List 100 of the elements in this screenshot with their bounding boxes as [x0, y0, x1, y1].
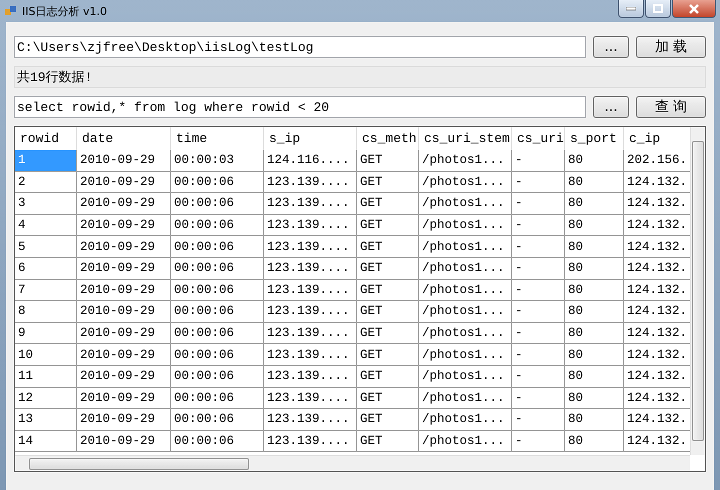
vertical-scrollbar[interactable] — [690, 127, 705, 455]
table-cell: 80 — [565, 214, 624, 236]
table-cell: 2010-09-29 — [77, 214, 171, 236]
table-cell: 2010-09-29 — [77, 193, 171, 215]
table-cell: 123.139.... — [264, 214, 357, 236]
table-cell: 00:00:06 — [171, 172, 264, 194]
table-cell: - — [512, 193, 565, 215]
close-icon — [688, 4, 700, 14]
table-cell: /photos1... — [419, 344, 512, 366]
query-button[interactable]: 查 询 — [636, 96, 706, 118]
table-cell: 11 — [15, 366, 77, 388]
table-cell: - — [512, 344, 565, 366]
status-label: 共19行数据! — [14, 66, 706, 88]
table-cell: 2010-09-29 — [77, 409, 171, 431]
maximize-icon — [653, 4, 663, 13]
table-cell: - — [512, 409, 565, 431]
table-cell: GET — [357, 322, 419, 344]
table-cell: 123.139.... — [264, 301, 357, 323]
load-button[interactable]: 加 载 — [636, 36, 706, 58]
table-cell: /photos1... — [419, 280, 512, 302]
table-cell: 00:00:06 — [171, 236, 264, 258]
close-button[interactable] — [672, 0, 716, 18]
table-cell: 00:00:06 — [171, 280, 264, 302]
table-cell: 123.139.... — [264, 366, 357, 388]
table-cell: 124.116.... — [264, 150, 357, 172]
table-cell: 2 — [15, 172, 77, 194]
table-cell: 2010-09-29 — [77, 258, 171, 280]
table-cell: GET — [357, 236, 419, 258]
table-cell: 8 — [15, 301, 77, 323]
table-cell: 123.139.... — [264, 280, 357, 302]
table-cell: /photos1... — [419, 388, 512, 410]
table-cell: 2010-09-29 — [77, 344, 171, 366]
table-cell: 00:00:06 — [171, 258, 264, 280]
table-cell: 80 — [565, 409, 624, 431]
table-cell: GET — [357, 280, 419, 302]
table-cell: - — [512, 388, 565, 410]
table-cell: /photos1... — [419, 409, 512, 431]
table-cell: 123.139.... — [264, 388, 357, 410]
table-cell: GET — [357, 193, 419, 215]
minimize-button[interactable] — [618, 0, 644, 18]
table-cell: 124.132.. — [624, 172, 690, 194]
table-cell: 00:00:06 — [171, 409, 264, 431]
table-cell: - — [512, 366, 565, 388]
table-cell: 123.139.... — [264, 344, 357, 366]
minimize-icon — [626, 6, 636, 10]
table-cell: /photos1... — [419, 430, 512, 452]
table-cell: 2010-09-29 — [77, 388, 171, 410]
table-cell: 00:00:03 — [171, 150, 264, 172]
table-cell: /photos1... — [419, 236, 512, 258]
horizontal-scrollbar[interactable] — [15, 455, 690, 471]
table-cell: /photos1... — [419, 301, 512, 323]
table-cell: 80 — [565, 344, 624, 366]
table-cell: GET — [357, 430, 419, 452]
browse-button[interactable]: ... — [593, 96, 629, 118]
table-cell: 00:00:06 — [171, 193, 264, 215]
table-cell: 80 — [565, 172, 624, 194]
table-cell: 80 — [565, 301, 624, 323]
query-field[interactable]: select rowid,* from log where rowid < 20 — [14, 96, 586, 118]
table-cell: 2010-09-29 — [77, 150, 171, 172]
table-cell: GET — [357, 366, 419, 388]
table-cell: 80 — [565, 193, 624, 215]
table-cell: 123.139.... — [264, 172, 357, 194]
table-cell: GET — [357, 258, 419, 280]
maximize-button[interactable] — [645, 0, 671, 18]
table-cell: 10 — [15, 344, 77, 366]
table-cell: 2010-09-29 — [77, 366, 171, 388]
table-cell: /photos1... — [419, 214, 512, 236]
table-cell: 80 — [565, 430, 624, 452]
table-cell: 80 — [565, 258, 624, 280]
table-cell: - — [512, 172, 565, 194]
table-cell: - — [512, 430, 565, 452]
table-cell: 80 — [565, 150, 624, 172]
table-cell: 2010-09-29 — [77, 322, 171, 344]
table-cell: 7 — [15, 280, 77, 302]
table-cell: 13 — [15, 409, 77, 431]
path-field[interactable]: C:\Users\zjfree\Desktop\iisLog\testLog — [14, 36, 586, 58]
table-cell: 00:00:06 — [171, 366, 264, 388]
table-cell: 12 — [15, 388, 77, 410]
table-cell: - — [512, 214, 565, 236]
table-cell: 9 — [15, 322, 77, 344]
table-cell: 80 — [565, 322, 624, 344]
table-cell: - — [512, 280, 565, 302]
table-cell: 14 — [15, 430, 77, 452]
table-cell: 123.139.... — [264, 258, 357, 280]
table-cell: 124.132.. — [624, 430, 690, 452]
table-cell: 2010-09-29 — [77, 172, 171, 194]
table-cell: 6 — [15, 258, 77, 280]
table-cell: /photos1... — [419, 193, 512, 215]
table-cell: /photos1... — [419, 150, 512, 172]
table-cell: 3 — [15, 193, 77, 215]
table-cell: /photos1... — [419, 322, 512, 344]
window-title: IIS日志分析 v1.0 — [22, 4, 107, 18]
table-cell: 00:00:06 — [171, 322, 264, 344]
table-cell: 123.139.... — [264, 430, 357, 452]
table-cell: 00:00:06 — [171, 214, 264, 236]
table-cell: 2010-09-29 — [77, 280, 171, 302]
browse-button[interactable]: ... — [593, 36, 629, 58]
table-cell: 5 — [15, 236, 77, 258]
table-cell: 00:00:06 — [171, 301, 264, 323]
table-cell: - — [512, 236, 565, 258]
